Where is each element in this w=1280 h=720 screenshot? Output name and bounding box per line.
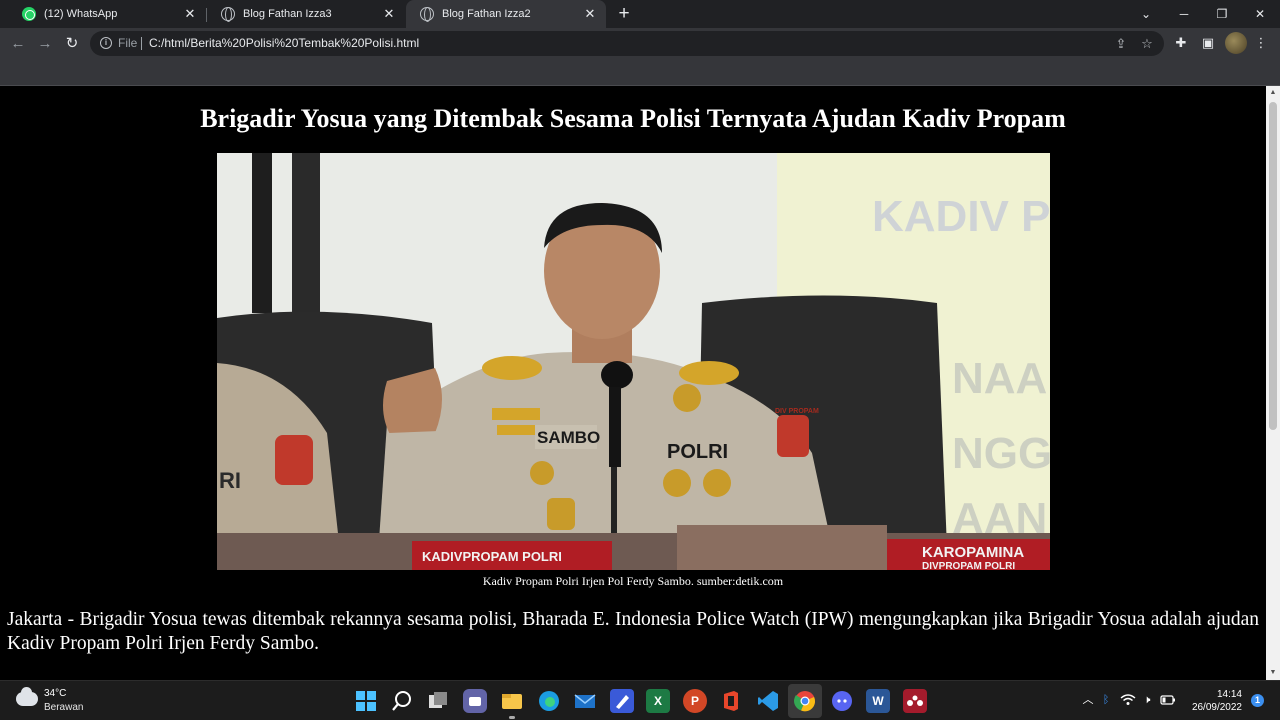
placard-text: KADIVPROPAM POLRI — [422, 549, 562, 564]
clock-date: 26/09/2022 — [1191, 702, 1242, 713]
chrome-icon[interactable] — [788, 684, 822, 718]
article-body: Jakarta - Brigadir Yosua tewas ditembak … — [7, 609, 1259, 654]
tab-title: Blog Fathan Izza2 — [442, 8, 531, 20]
whatsapp-icon — [22, 7, 36, 21]
search-icon[interactable] — [390, 689, 414, 713]
pen-app-icon[interactable] — [610, 689, 634, 713]
address-bar[interactable]: i File C:/html/Berita%20Polisi%20Tembak%… — [90, 31, 1164, 56]
close-tab-icon[interactable]: ✕ — [182, 6, 198, 22]
office-icon[interactable] — [719, 689, 743, 713]
article-photo: KADIV PR NAAN NGGA AAN M RI — [217, 153, 1050, 570]
tab-title: (12) WhatsApp — [44, 8, 118, 20]
reload-button[interactable]: ↻ — [60, 32, 84, 56]
uniform-text: DIV PROPAM — [775, 408, 819, 415]
backdrop-text: NAAN — [952, 354, 1050, 403]
scroll-up-arrow-icon[interactable]: ▲ — [1266, 86, 1280, 100]
info-icon[interactable]: i — [100, 37, 112, 49]
windows-taskbar: 34°C Berawan X P W ︿ ᛒ 🕨 14:14 26/09/202… — [0, 680, 1280, 720]
scheme-label: File — [118, 36, 138, 50]
url-text[interactable]: C:/html/Berita%20Polisi%20Tembak%20Polis… — [149, 36, 419, 50]
show-hidden-icons-chevron-icon[interactable]: ︿ — [1080, 692, 1096, 708]
tab-title: Blog Fathan Izza3 — [243, 8, 332, 20]
forward-button[interactable]: → — [33, 32, 57, 56]
scroll-down-arrow-icon[interactable]: ▼ — [1266, 666, 1280, 680]
new-tab-button[interactable]: + — [614, 4, 634, 24]
minimize-button[interactable]: ─ — [1165, 0, 1203, 28]
wifi-icon[interactable] — [1120, 692, 1136, 708]
restore-button[interactable]: ❐ — [1203, 0, 1241, 28]
uniform-text: POLRI — [667, 441, 728, 463]
excel-icon[interactable]: X — [646, 689, 670, 713]
bookmarks-bar — [0, 59, 1280, 86]
article-headline: Brigadir Yosua yang Ditembak Sesama Poli… — [200, 104, 1066, 133]
discord-icon[interactable] — [830, 689, 854, 713]
side-panel-icon[interactable]: ▣ — [1198, 33, 1218, 53]
notification-badge[interactable]: 1 — [1251, 694, 1264, 707]
close-tab-icon[interactable]: ✕ — [381, 6, 397, 22]
cloud-weather-icon[interactable] — [16, 687, 38, 706]
backdrop-text: KADIV PR — [872, 192, 1050, 241]
uniform-text: SAMBO — [537, 428, 600, 447]
back-button[interactable]: ← — [6, 32, 30, 56]
edge-icon[interactable] — [537, 689, 561, 713]
powerpoint-icon[interactable]: P — [683, 689, 707, 713]
tab-blog-fathan-izza3[interactable]: Blog Fathan Izza3 ✕ — [207, 0, 405, 28]
uniform-text: RI — [219, 468, 241, 493]
file-explorer-icon[interactable] — [500, 689, 524, 719]
mendeley-icon[interactable] — [903, 689, 927, 713]
tab-whatsapp[interactable]: (12) WhatsApp ✕ — [8, 0, 206, 28]
windows-logo-icon — [356, 691, 376, 711]
weather-temperature[interactable]: 34°C — [44, 688, 66, 699]
page-scrollbar[interactable]: ▲ ▼ — [1266, 86, 1280, 680]
tab-strip: (12) WhatsApp ✕ Blog Fathan Izza3 ✕ Blog… — [0, 0, 1280, 28]
placard-text: KAROPAMINA — [922, 544, 1024, 561]
start-button[interactable] — [354, 689, 378, 713]
browser-toolbar: ← → ↻ i File C:/html/Berita%20Polisi%20T… — [0, 28, 1280, 59]
profile-avatar[interactable] — [1225, 32, 1247, 54]
menu-kebab-icon[interactable]: ⋮ — [1251, 33, 1271, 53]
weather-description[interactable]: Berawan — [44, 702, 83, 713]
share-icon[interactable]: ⇪ — [1112, 35, 1130, 53]
police-press-photo: KADIV PR NAAN NGGA AAN M RI — [217, 153, 1050, 570]
bluetooth-icon[interactable]: ᛒ — [1098, 692, 1114, 708]
clock-time: 14:14 — [1216, 689, 1242, 700]
page-viewport: Brigadir Yosua yang Ditembak Sesama Poli… — [0, 86, 1266, 680]
close-window-button[interactable]: ✕ — [1241, 0, 1279, 28]
word-icon[interactable]: W — [866, 689, 890, 713]
scrollbar-thumb[interactable] — [1269, 102, 1277, 430]
globe-icon — [221, 7, 235, 22]
volume-icon[interactable]: 🕨 — [1139, 692, 1155, 708]
globe-icon — [420, 7, 434, 22]
battery-icon[interactable] — [1160, 692, 1176, 708]
address-divider — [141, 37, 142, 50]
task-view-icon[interactable] — [426, 689, 450, 713]
tab-blog-fathan-izza2[interactable]: Blog Fathan Izza2 ✕ — [406, 0, 606, 28]
backdrop-text: NGGA — [952, 429, 1050, 478]
teams-chat-icon[interactable] — [463, 689, 487, 713]
system-clock[interactable]: 14:14 26/09/2022 — [1180, 688, 1242, 714]
vscode-icon[interactable] — [756, 689, 780, 713]
bookmark-star-icon[interactable]: ☆ — [1138, 35, 1156, 53]
extensions-icon[interactable]: ✚ — [1171, 33, 1191, 53]
placard-text: DIVPROPAM POLRI — [922, 561, 1015, 570]
tab-search-chevron-icon[interactable]: ⌄ — [1127, 0, 1165, 28]
photo-caption: Kadiv Propam Polri Irjen Pol Ferdy Sambo… — [482, 574, 784, 588]
close-tab-icon[interactable]: ✕ — [582, 6, 598, 22]
mail-icon[interactable] — [573, 689, 597, 713]
